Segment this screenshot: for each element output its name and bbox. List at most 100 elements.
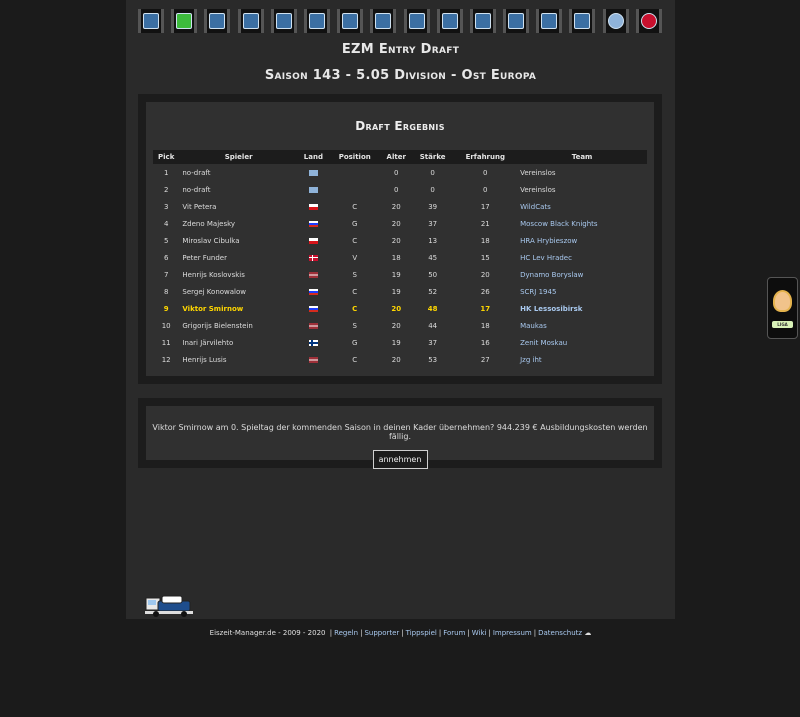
age-cell: 20 [391, 202, 401, 211]
team-cell[interactable]: WildCats [517, 198, 647, 215]
age-cell: 20 [391, 304, 402, 313]
experience-cell: 18 [480, 321, 490, 330]
flag-cell [298, 300, 329, 317]
team-cell[interactable]: Zenit Moskau [517, 334, 647, 351]
team-cell[interactable]: HRA Hrybieszow [517, 232, 647, 249]
team-cell[interactable]: SCRJ 1945 [517, 283, 647, 300]
footer-separator: | [360, 629, 363, 637]
footer-link[interactable]: Datenschutz [538, 629, 582, 637]
position-cell: G [352, 338, 358, 347]
strength-cell: 0 [430, 185, 435, 194]
player-name-cell: no-draft [182, 168, 211, 177]
footer-separator: | [401, 629, 404, 637]
team-cell[interactable]: HK Lessosibirsk [517, 300, 647, 317]
confirm-message: Viktor Smirnow am 0. Spieltag der kommen… [152, 423, 648, 441]
flag-cell [298, 249, 329, 266]
map-icon[interactable] [436, 9, 463, 33]
position-cell: G [352, 219, 358, 228]
pick-cell: 1 [163, 168, 169, 177]
top-navigation [138, 8, 662, 34]
column-header: Erfahrung [453, 150, 518, 164]
arena-icon-glyph [375, 13, 392, 29]
team-cell[interactable]: Jzg iht [517, 351, 647, 368]
page-subtitle: Saison 143 - 5.05 Division - Ost Europa [264, 68, 537, 83]
table-row: 9 Viktor Smirnow C 20 48 17 HK Lessosibirsk [153, 300, 647, 317]
team-cell[interactable]: HC Lev Hradec [517, 249, 647, 266]
experience-cell: 21 [480, 219, 490, 228]
strength-cell: 39 [428, 202, 438, 211]
player-name-cell: Henrijs Koslovskis [182, 270, 245, 279]
flag-cell [298, 181, 329, 198]
position-cell: C [352, 236, 358, 245]
flag-cell [298, 283, 329, 300]
mail-icon[interactable] [536, 9, 563, 33]
footer-link[interactable]: Tippspiel [406, 629, 437, 637]
column-header: Stärke [411, 150, 454, 164]
team-cell[interactable]: Maukas [517, 317, 647, 334]
chat-icon-glyph [607, 13, 624, 29]
table-header-row: Pick Spieler Land Position Alter Stärke Erfahr… [153, 150, 647, 164]
position-cell: S [352, 270, 357, 279]
exchange-icon[interactable] [469, 9, 496, 33]
footer-link[interactable]: Supporter [364, 629, 399, 637]
strength-cell: 44 [428, 321, 438, 330]
strength-cell: 48 [427, 304, 438, 313]
age-cell: 19 [391, 287, 401, 296]
phone-widget[interactable]: LIGA [767, 277, 798, 339]
pick-cell: 5 [163, 236, 169, 245]
finance-icon[interactable] [403, 9, 430, 33]
footer-link[interactable]: Impressum [493, 629, 532, 637]
player-name-cell: Inari Järvilehto [182, 338, 234, 347]
strength-cell: 53 [428, 355, 438, 364]
team-cell[interactable]: Moscow Black Knights [517, 215, 647, 232]
position-cell: C [352, 202, 358, 211]
strength-cell: 37 [428, 219, 438, 228]
table-row: 2 no-draft 0 0 0 Vereinslos [153, 181, 647, 198]
flag-icon [308, 237, 318, 244]
team-cell[interactable]: Dynamo Boryslaw [517, 266, 647, 283]
pick-cell: 10 [161, 321, 171, 330]
age-cell: 20 [391, 355, 401, 364]
jersey-icon[interactable] [171, 9, 198, 33]
footer-copyright: Eiszeit-Manager.de - 2009 - 2020 [209, 629, 326, 637]
transfer-icon-glyph [308, 13, 325, 29]
footer-link[interactable]: Forum [443, 629, 465, 637]
stats-icon-glyph [508, 13, 525, 29]
footer-link[interactable]: Regeln [334, 629, 358, 637]
player-name-cell: no-draft [182, 185, 211, 194]
logout-icon[interactable] [635, 9, 662, 33]
strength-cell: 50 [428, 270, 438, 279]
flag-cell [298, 266, 329, 283]
chat-icon[interactable] [602, 9, 629, 33]
position-cell: V [352, 253, 358, 262]
training-icon-glyph [242, 13, 259, 29]
flag-cell [298, 232, 329, 249]
transfer-icon[interactable] [303, 9, 330, 33]
stats-icon[interactable] [503, 9, 530, 33]
list-icon[interactable] [270, 9, 297, 33]
position-cell: C [352, 287, 358, 296]
footer-link[interactable]: Wiki [472, 629, 487, 637]
arena-icon[interactable] [370, 9, 397, 33]
footer: Eiszeit-Manager.de - 2009 - 2020 | Regeln… [126, 629, 675, 637]
age-cell: 20 [391, 236, 401, 245]
phone-button[interactable]: LIGA [772, 321, 793, 328]
column-header: Spieler [179, 150, 298, 164]
lineup-icon[interactable] [204, 9, 231, 33]
lineup-icon-glyph [209, 13, 226, 29]
pick-cell: 2 [163, 185, 169, 194]
draft-results-table: Pick Spieler Land Position Alter Stärke Erfahr… [153, 150, 647, 368]
experience-cell: 0 [483, 168, 488, 177]
news-icon[interactable] [569, 9, 596, 33]
team-icon[interactable] [337, 9, 364, 33]
home-icon[interactable] [138, 9, 164, 33]
flag-icon [308, 169, 318, 176]
player-name-cell: Sergej Konowalow [182, 287, 247, 296]
finance-icon-glyph [408, 13, 425, 29]
table-row: 7 Henrijs Koslovskis S 19 50 20 Dynamo Borysla… [153, 266, 647, 283]
avatar[interactable] [773, 290, 792, 312]
confirm-panel: Viktor Smirnow am 0. Spieltag der kommen… [138, 398, 662, 469]
accept-button[interactable]: annehmen [372, 450, 428, 469]
training-icon[interactable] [237, 9, 264, 33]
home-icon-glyph [143, 13, 159, 29]
